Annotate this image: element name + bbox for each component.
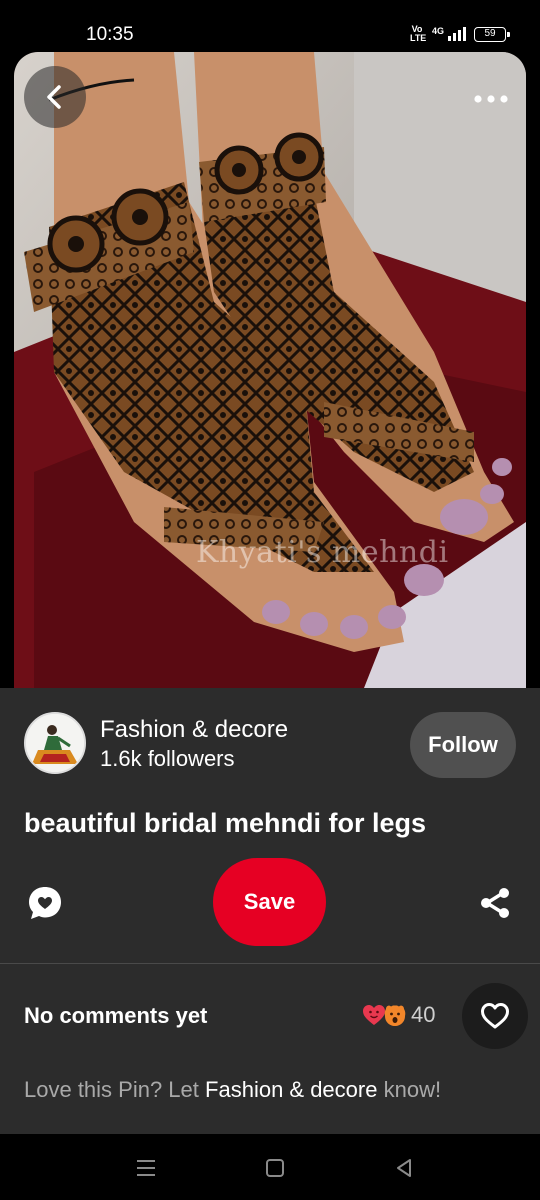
chevron-left-icon [47,85,61,109]
save-button[interactable]: Save [213,858,326,946]
follow-button[interactable]: Follow [410,712,516,778]
share-icon [481,888,509,918]
triangle-back-icon [397,1159,411,1177]
prompt-creator-name[interactable]: Fashion & decore [205,1077,377,1102]
square-icon [266,1159,284,1177]
comment-prompt[interactable]: Love this Pin? Let Fashion & decore know… [24,1077,441,1103]
comments-heading: No comments yet [24,1003,208,1028]
pin-title: beautiful bridal mehndi for legs [24,808,427,838]
battery-level: 59 [484,27,496,39]
back-button[interactable] [24,66,86,128]
recents-button[interactable] [131,1154,161,1182]
system-back-button[interactable] [389,1154,419,1182]
signal-icon [448,27,466,41]
comment-button[interactable] [24,882,66,924]
mehndi-feet-photo [14,52,526,688]
follower-count: 1.6k followers [100,746,235,771]
comment-icon [29,887,61,919]
more-options-button[interactable] [468,76,514,122]
share-button[interactable] [474,882,516,924]
more-dots-icon [474,95,508,103]
home-button[interactable] [260,1154,290,1182]
heart-outline-icon [481,1003,509,1029]
creator-avatar[interactable] [24,712,86,774]
reaction-summary[interactable]: 40 [362,1002,435,1028]
wow-reaction-icon [384,1005,406,1026]
menu-lines-icon [137,1160,155,1176]
status-icons: Vo LTE 4G 59 [409,24,510,43]
reaction-count: 40 [411,1002,436,1027]
battery-icon: 59 [474,26,510,42]
pin-image[interactable]: Khyati's mehndi [14,52,526,688]
divider [0,963,540,964]
creator-name[interactable]: Fashion & decore [100,716,288,744]
avatar-illustration [26,714,84,772]
system-nav-bar [0,1134,540,1200]
status-time: 10:35 [86,24,134,45]
volte-indicator: Vo LTE [409,24,427,43]
pin-info-panel: Fashion & decore 1.6k followers Follow b… [0,688,540,1134]
network-type: 4G [431,26,444,36]
react-button[interactable] [462,983,528,1049]
pin-watermark: Khyati's mehndi [196,535,449,570]
